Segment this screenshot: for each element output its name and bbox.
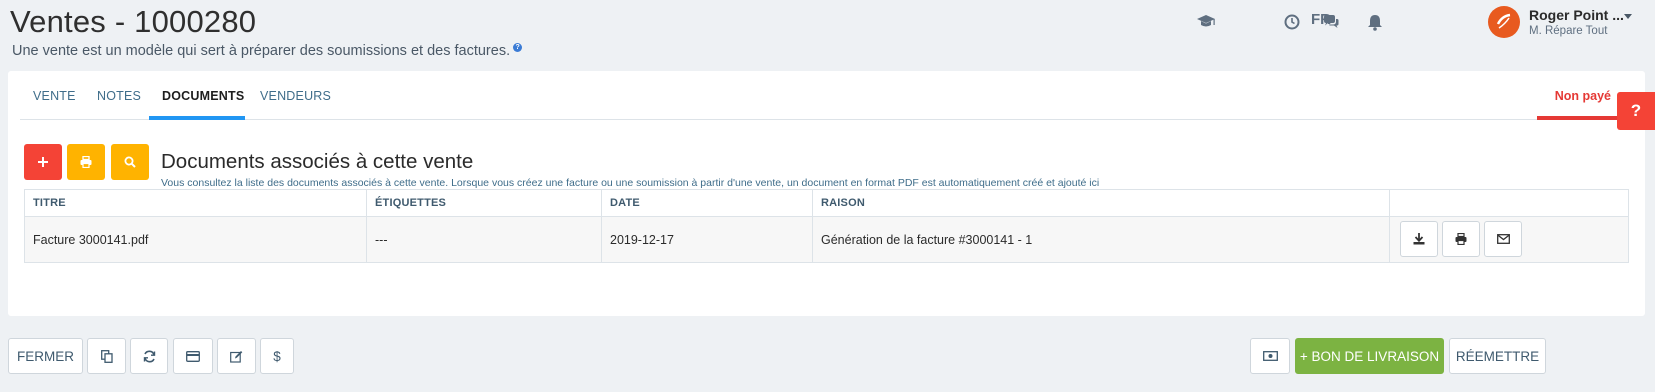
print-row-button[interactable] — [1442, 221, 1480, 257]
clock-icon[interactable] — [1282, 12, 1302, 32]
close-button[interactable]: FERMER — [8, 338, 83, 374]
col-titre: TITRE — [25, 190, 367, 216]
help-button[interactable]: ? — [1617, 92, 1655, 130]
search-button[interactable] — [111, 144, 149, 180]
money-icon-button[interactable] — [1250, 338, 1290, 374]
add-document-button[interactable] — [24, 144, 62, 180]
table-header: TITRE ÉTIQUETTES DATE RAISON — [25, 190, 1628, 217]
main-card: VENTE NOTES DOCUMENTS VENDEURS Non payé … — [8, 71, 1645, 316]
page-title: Ventes - 1000280 — [10, 4, 257, 39]
tab-notes[interactable]: NOTES — [97, 89, 141, 103]
download-button[interactable] — [1400, 221, 1438, 257]
table-row[interactable]: Facture 3000141.pdf --- 2019-12-17 Génér… — [25, 217, 1628, 262]
col-etiquettes: ÉTIQUETTES — [367, 190, 602, 216]
graduation-cap-icon[interactable] — [1196, 12, 1216, 32]
edit-button[interactable] — [217, 338, 256, 374]
col-actions — [1390, 190, 1630, 216]
chevron-down-icon[interactable] — [1624, 14, 1632, 19]
chat-icon[interactable] — [1321, 12, 1341, 32]
tab-documents[interactable]: DOCUMENTS — [162, 89, 244, 103]
documents-table: TITRE ÉTIQUETTES DATE RAISON Facture 300… — [24, 189, 1629, 263]
copy-button[interactable] — [87, 338, 126, 374]
documents-title: Documents associés à cette vente — [161, 150, 474, 173]
avatar[interactable] — [1488, 6, 1520, 38]
reissue-button[interactable]: RÉEMETTRE — [1449, 338, 1546, 374]
col-date: DATE — [602, 190, 813, 216]
bell-icon[interactable] — [1365, 12, 1385, 32]
active-tab-indicator — [149, 116, 245, 120]
col-raison: RAISON — [813, 190, 1390, 216]
cell-etiquettes: --- — [367, 217, 602, 262]
print-button[interactable] — [67, 144, 105, 180]
email-button[interactable] — [1484, 221, 1522, 257]
delivery-note-button[interactable]: + BON DE LIVRAISON — [1295, 338, 1444, 374]
subtitle-text: Une vente est un modèle qui sert à prépa… — [12, 43, 511, 59]
page-subtitle: Une vente est un modèle qui sert à prépa… — [12, 43, 523, 59]
tab-vendeurs[interactable]: VENDEURS — [260, 89, 331, 103]
documents-description: Vous consultez la liste des documents as… — [161, 177, 1100, 189]
user-role: M. Répare Tout — [1529, 25, 1608, 37]
tab-bar: VENTE NOTES DOCUMENTS VENDEURS Non payé — [20, 71, 1633, 120]
cell-actions — [1390, 217, 1630, 262]
help-icon[interactable]: ? — [513, 43, 523, 53]
payment-status: Non payé — [1554, 89, 1611, 103]
cell-date: 2019-12-17 — [602, 217, 813, 262]
user-name[interactable]: Roger Point ... — [1529, 7, 1624, 23]
dollar-button[interactable]: $ — [260, 338, 294, 374]
cell-titre[interactable]: Facture 3000141.pdf — [25, 217, 367, 262]
tab-vente[interactable]: VENTE — [33, 89, 76, 103]
cell-raison: Génération de la facture #3000141 - 1 — [813, 217, 1390, 262]
credit-card-button[interactable] — [173, 338, 213, 374]
refresh-button[interactable] — [130, 338, 168, 374]
